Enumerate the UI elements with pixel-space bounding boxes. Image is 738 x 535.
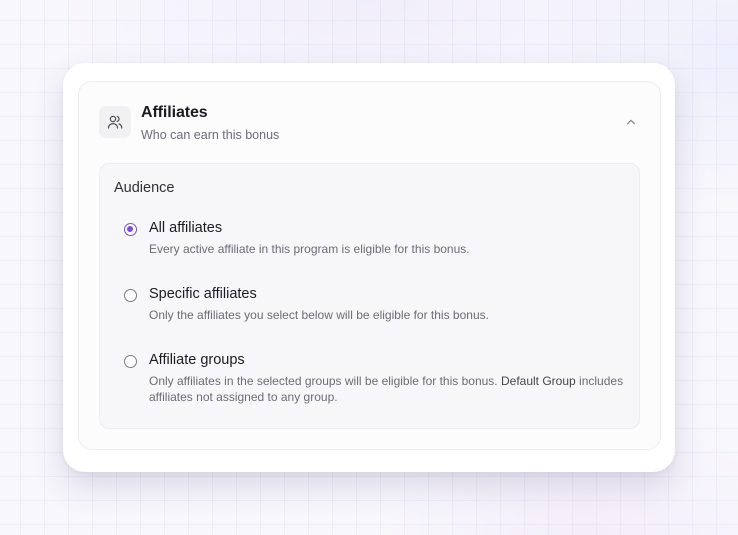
section-title: Affiliates <box>141 104 208 121</box>
option-description: Every active affiliate in this program i… <box>149 242 470 256</box>
users-icon <box>99 106 131 138</box>
section-subtitle: Who can earn this bonus <box>141 128 280 142</box>
option-description: Only the affiliates you select below wil… <box>149 308 489 322</box>
default-group-text: Default Group <box>500 374 576 388</box>
audience-label: Audience <box>114 180 175 196</box>
radio-all-affiliates[interactable] <box>124 223 137 236</box>
radio-affiliate-groups[interactable] <box>124 355 137 368</box>
option-label: Specific affiliates <box>149 286 257 302</box>
audience-panel: Audience All affiliates Every active aff… <box>99 163 640 429</box>
radio-specific-affiliates[interactable] <box>124 289 137 302</box>
option-label: Affiliate groups <box>149 352 245 368</box>
description-text: Only affiliates in the selected groups w… <box>149 374 498 388</box>
bonus-settings-card: Affiliates Who can earn this bonus Audie… <box>63 63 675 472</box>
collapse-button[interactable] <box>623 114 639 130</box>
option-description: Only affiliates in the selected groups w… <box>149 373 624 405</box>
section-header[interactable]: Affiliates Who can earn this bonus <box>79 82 660 162</box>
affiliates-section: Affiliates Who can earn this bonus Audie… <box>78 81 661 450</box>
chevron-up-icon <box>626 119 636 125</box>
option-label: All affiliates <box>149 220 223 236</box>
